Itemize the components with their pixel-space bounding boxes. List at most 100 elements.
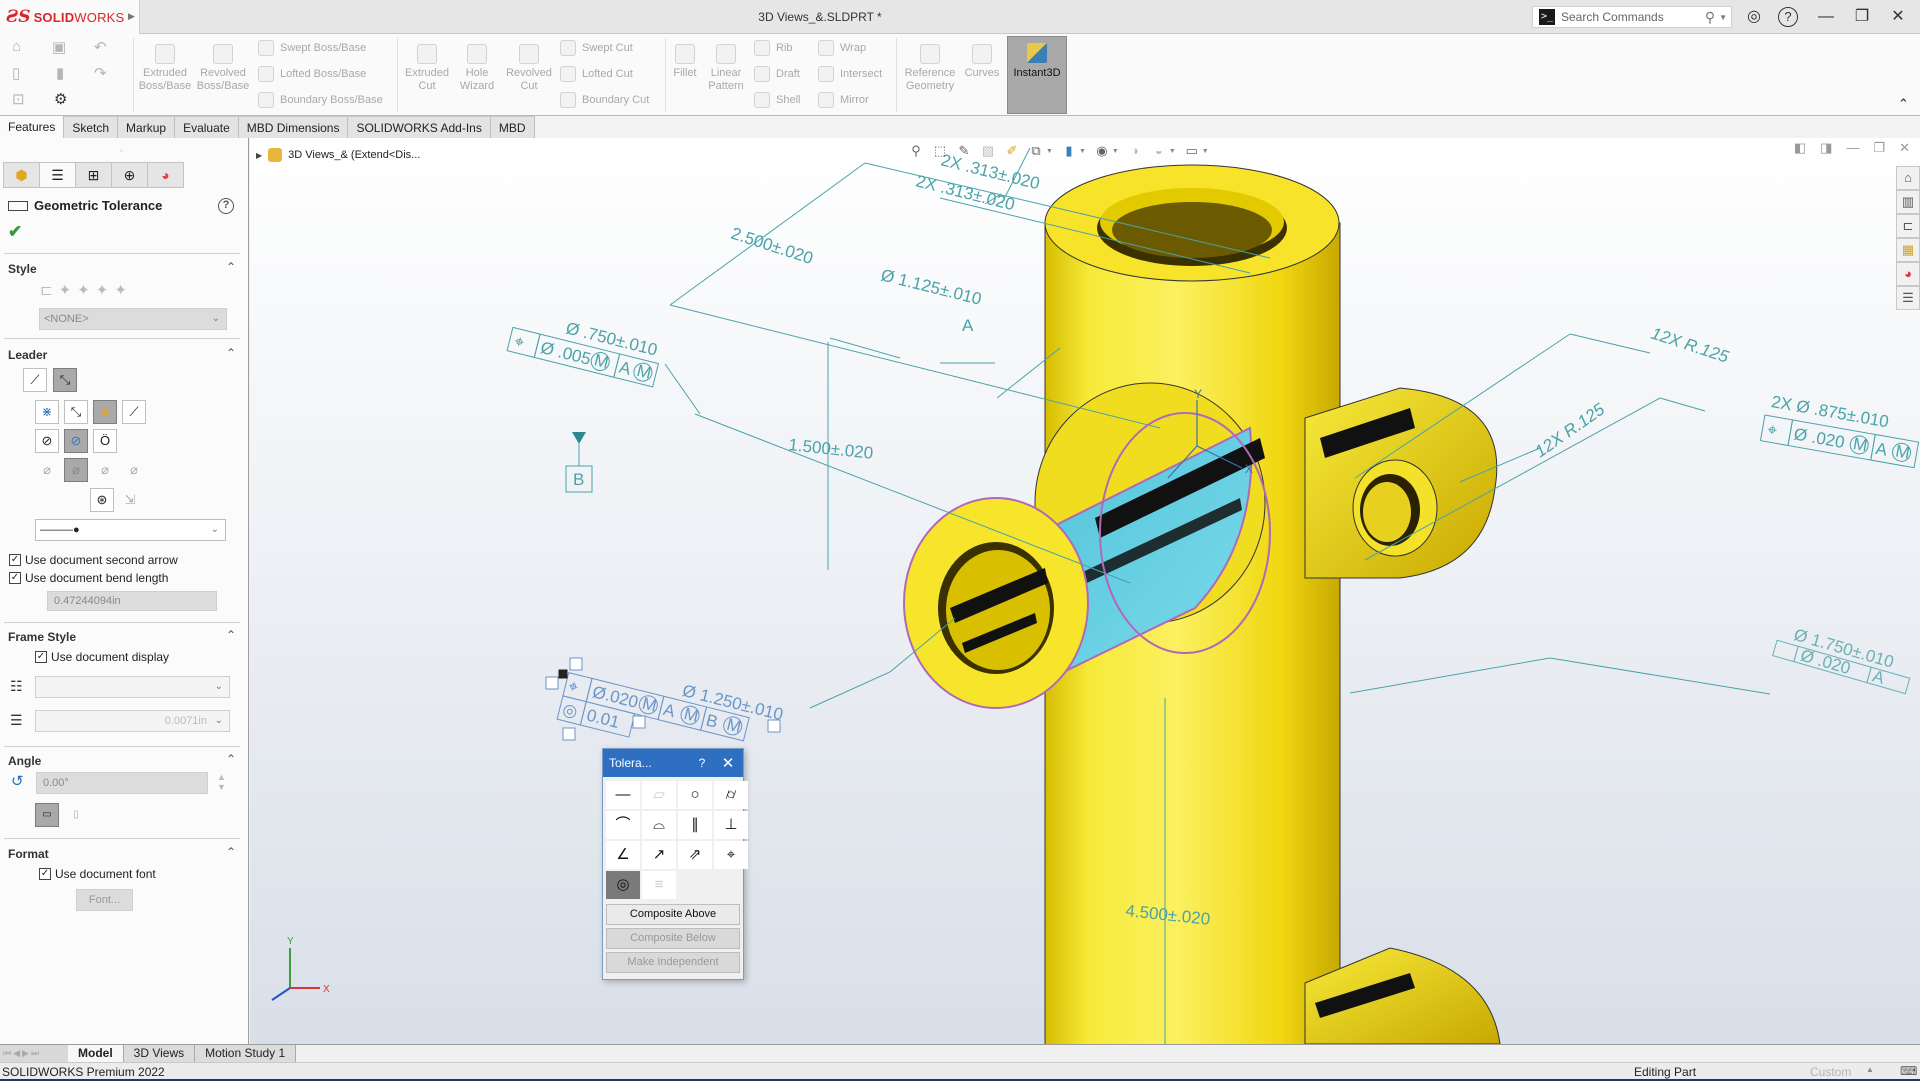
help-icon[interactable]: ? — [1778, 7, 1798, 27]
model-view[interactable]: Y X 2.500±.020 2X .313±.020 2X .313±.020… — [250, 138, 1920, 1044]
tree-root-label[interactable]: 3D Views_& (Extend<Dis... — [288, 149, 420, 161]
last-tab-icon[interactable]: ⏭ — [31, 1048, 39, 1059]
swept-cut-button[interactable]: Swept Cut — [560, 40, 633, 56]
leader-option-a-icon[interactable]: ⌀ — [35, 458, 59, 482]
angle-collapse-icon[interactable]: ⌃ — [226, 752, 236, 766]
delete-style-icon[interactable]: ✦ — [77, 281, 90, 299]
tab-model[interactable]: Model — [68, 1045, 124, 1062]
section-view-icon[interactable]: ▧ — [980, 143, 996, 159]
total-runout-icon[interactable]: ⇗ — [678, 841, 712, 869]
symmetry-icon[interactable]: ≡ — [642, 871, 676, 899]
leader-bent-2-icon[interactable]: ⟋ — [122, 400, 146, 424]
tab-scroll-arrows[interactable]: ⏮ ◀ ▶ ⏭ — [0, 1045, 68, 1062]
unit-system[interactable]: Custom — [1810, 1065, 1851, 1079]
view-palette-icon[interactable]: ▦ — [1896, 238, 1920, 262]
tab-mbd[interactable]: MBD — [490, 116, 535, 138]
position-icon[interactable]: ⌖ — [714, 841, 748, 869]
feature-tree-tab-icon[interactable]: ⬢ — [3, 162, 40, 188]
bend-length-input[interactable]: 0.47244094in — [47, 591, 217, 611]
leader-attach-icon[interactable]: ⊛ — [90, 488, 114, 512]
viewport-restore-icon[interactable]: ❐ — [1873, 140, 1885, 156]
viewport-close-icon[interactable]: ✕ — [1899, 140, 1910, 156]
feature-tree-flyout[interactable]: ▶ 3D Views_& (Extend<Dis... — [256, 148, 420, 162]
use-document-font-checkbox[interactable]: ✓ Use document font — [39, 867, 156, 881]
dynamic-annotation-icon[interactable]: ✐ — [1004, 143, 1020, 159]
leader-option-b-icon[interactable]: ⌀ — [64, 458, 88, 482]
expand-arrow-icon[interactable]: ▶ — [256, 151, 262, 160]
search-icon[interactable]: ⚲ — [1705, 9, 1715, 26]
angle-spinner[interactable]: ▲ ▼ — [217, 772, 226, 792]
tab-mbd-dimensions[interactable]: MBD Dimensions — [238, 116, 349, 138]
angularity-icon[interactable]: ∠ — [606, 841, 640, 869]
reference-geometry-button[interactable]: Reference Geometry — [900, 44, 960, 93]
right-lug[interactable] — [1304, 387, 1498, 579]
panel-splitter-handle[interactable]: ◦ — [120, 146, 123, 155]
solidworks-resources-home-icon[interactable]: ⌂ — [1896, 166, 1920, 190]
unit-system-arrow-icon[interactable]: ▲ — [1866, 1065, 1874, 1074]
lofted-cut-button[interactable]: Lofted Cut — [560, 66, 633, 82]
leader-no-leader-icon[interactable]: Ö — [93, 429, 117, 453]
wrap-button[interactable]: Wrap — [818, 40, 866, 56]
frame-line-thickness-dropdown[interactable]: 0.0071in ⌄ — [35, 710, 230, 732]
lofted-boss-base-button[interactable]: Lofted Boss/Base — [258, 66, 366, 82]
leader-option-d-icon[interactable]: ⌀ — [122, 458, 146, 482]
frame-style-section-header[interactable]: Frame Style — [8, 630, 76, 644]
linear-pattern-button[interactable]: Linear Pattern — [704, 44, 748, 93]
appearances-scenes-icon[interactable]: ◕ — [1896, 262, 1920, 286]
tab-motion-study-1[interactable]: Motion Study 1 — [195, 1045, 297, 1062]
leader-detach-icon[interactable]: ⇲ — [118, 488, 142, 512]
style-collapse-icon[interactable]: ⌃ — [226, 260, 236, 274]
straightness-icon[interactable]: — — [606, 781, 640, 809]
graphics-area[interactable]: Y X 2.500±.020 2X .313±.020 2X .313±.020… — [250, 138, 1920, 1044]
format-section-header[interactable]: Format — [8, 847, 49, 861]
popup-help-icon[interactable]: ? — [685, 756, 719, 770]
new-document-icon[interactable]: ▯ — [12, 64, 20, 82]
leader-multijog-icon[interactable]: ⤡ — [53, 368, 77, 392]
view-orientation-icon[interactable]: ⧉ — [1028, 143, 1044, 159]
undo-icon[interactable]: ↶ — [94, 38, 107, 56]
circular-runout-icon[interactable]: ↗ — [642, 841, 676, 869]
design-library-icon[interactable]: ▥ — [1896, 190, 1920, 214]
dimxpert-manager-tab-icon[interactable]: ⊕ — [111, 162, 148, 188]
redo-icon[interactable]: ↷ — [94, 64, 107, 82]
vertical-frame-icon[interactable]: ▯ — [64, 803, 88, 827]
display-style-icon[interactable]: ▮ — [1061, 143, 1077, 159]
format-collapse-icon[interactable]: ⌃ — [226, 845, 236, 859]
concentricity-icon[interactable]: ◎ — [606, 871, 640, 899]
open-icon[interactable]: ⊡ — [12, 90, 25, 108]
viewport-minimize-icon[interactable]: — — [1846, 140, 1859, 156]
leader-bent-icon[interactable]: ⟋ — [23, 368, 47, 392]
display-manager-tab-icon[interactable]: ◕ — [147, 162, 184, 188]
swept-boss-base-button[interactable]: Swept Boss/Base — [258, 40, 366, 56]
circularity-icon[interactable]: ○ — [678, 781, 712, 809]
use-document-display-checkbox[interactable]: ✓ Use document display — [35, 650, 169, 664]
revolved-cut-button[interactable]: Revolved Cut — [502, 44, 556, 93]
tab-markup[interactable]: Markup — [118, 116, 176, 138]
leader-perpendicular-icon[interactable]: ⊘ — [35, 429, 59, 453]
print-icon[interactable]: ▮ — [56, 64, 64, 82]
tab-features[interactable]: Features — [0, 116, 65, 138]
leader-option-c-icon[interactable]: ⌀ — [93, 458, 117, 482]
collapse-ribbon-icon[interactable]: ⌃ — [1898, 96, 1909, 112]
ok-check-icon[interactable]: ✔ — [8, 222, 22, 242]
popup-close-icon[interactable]: ✕ — [719, 754, 737, 772]
font-button[interactable]: Font... — [76, 889, 133, 911]
use-document-bend-length-checkbox[interactable]: ✓ Use document bend length — [9, 571, 168, 585]
apply-style-icon[interactable]: ⊏ — [40, 281, 53, 299]
boundary-boss-base-button[interactable]: Boundary Boss/Base — [258, 92, 383, 108]
extruded-cut-button[interactable]: Extruded Cut — [400, 44, 454, 93]
options-gear-icon[interactable]: ⚙ — [54, 90, 67, 108]
hide-show-items-icon[interactable]: ◉ — [1094, 143, 1110, 159]
leader-all-around-icon[interactable]: ⊘ — [64, 429, 88, 453]
shell-button[interactable]: Shell — [754, 92, 800, 108]
mirror-button[interactable]: Mirror — [818, 92, 869, 108]
rib-button[interactable]: Rib — [754, 40, 793, 56]
load-style-icon[interactable]: ✦ — [114, 281, 127, 299]
extruded-boss-base-button[interactable]: Extruded Boss/Base — [138, 44, 192, 93]
profile-of-surface-icon[interactable]: ⌓ — [642, 811, 676, 839]
tab-solidworks-addins[interactable]: SOLIDWORKS Add-Ins — [348, 116, 491, 138]
configuration-manager-tab-icon[interactable]: ⊞ — [75, 162, 112, 188]
intersect-button[interactable]: Intersect — [818, 66, 882, 82]
quick-tips-icon[interactable]: ⌨ — [1900, 1064, 1917, 1078]
zoom-to-fit-icon[interactable]: ⚲ — [908, 143, 924, 159]
